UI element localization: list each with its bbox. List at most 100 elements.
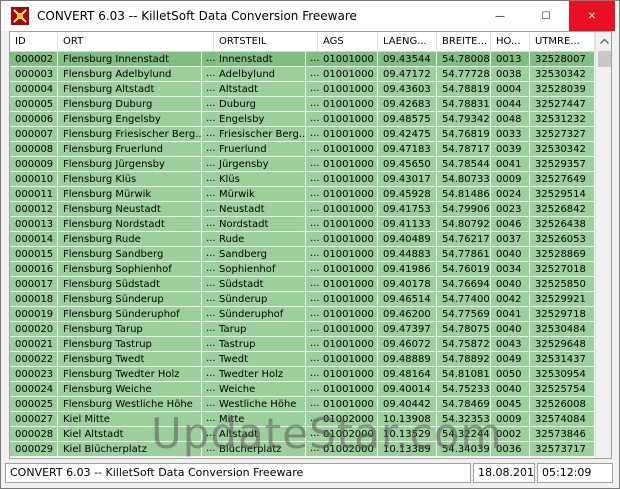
- cell-ags: 01001000: [318, 112, 378, 127]
- cell-breite: 54.78892: [437, 352, 491, 367]
- cell-hoehe: 0040: [491, 322, 530, 337]
- header-col-laenge[interactable]: LAENG...: [378, 32, 437, 52]
- cell-ort: Flensburg Sünderuphof: [58, 307, 202, 322]
- maximize-button[interactable]: ☐: [523, 1, 569, 31]
- cell-hoehe: 0009: [491, 172, 530, 187]
- table-row[interactable]: 000011 Flensburg Mürwik... Mürwik... 010010…: [10, 187, 595, 202]
- header-col-ags[interactable]: AGS: [318, 32, 378, 52]
- cell-utm: 32526438: [530, 217, 595, 232]
- cell-utm: 32528007: [530, 52, 595, 67]
- cell-ags: 01001000: [318, 217, 378, 232]
- cell-ags: 01001000: [318, 337, 378, 352]
- table-row[interactable]: 000013 Flensburg Nordstadt... Nordstadt...…: [10, 217, 595, 232]
- table-row[interactable]: 000020 Flensburg Tarup... Tarup... 01001000…: [10, 322, 595, 337]
- minimize-button[interactable]: —: [477, 1, 523, 31]
- cell-ortsteil: Sandberg: [214, 247, 306, 262]
- cell-hoehe: 0041: [491, 307, 530, 322]
- cell-breite: 54.80792: [437, 217, 491, 232]
- table-row[interactable]: 000009 Flensburg Jürgensby... Jürgensby...…: [10, 157, 595, 172]
- cell-ortsteil: Adelbylund: [214, 67, 306, 82]
- cell-laenge: 09.46072: [378, 337, 437, 352]
- cell-ags: 01001000: [318, 307, 378, 322]
- table-row[interactable]: 000005 Flensburg Duburg... Duburg... 010010…: [10, 97, 595, 112]
- header-col-id[interactable]: ID: [10, 32, 58, 52]
- cell-id: 000021: [10, 337, 58, 352]
- cell-laenge: 09.41986: [378, 262, 437, 277]
- table-row[interactable]: 000006 Flensburg Engelsby... Engelsby... 01…: [10, 112, 595, 127]
- column-header-row: ID ORT ORTSTEIL AGS LAENG... BREITE... HO... UT…: [10, 32, 595, 52]
- cell-laenge: 09.41133: [378, 217, 437, 232]
- cell-ort: Flensburg Tarup: [58, 322, 202, 337]
- cell-ortsteil: Neustadt: [214, 202, 306, 217]
- cell-ortsteil: Friesischer Berg...: [214, 127, 306, 142]
- table-row[interactable]: 000008 Flensburg Fruerlund... Fruerlund...…: [10, 142, 595, 157]
- maximize-icon: ☐: [541, 10, 551, 22]
- minimize-icon: —: [495, 10, 505, 22]
- table-row[interactable]: 000014 Flensburg Rude... Rude... 01001000 09…: [10, 232, 595, 247]
- close-button[interactable]: ✕: [569, 1, 615, 31]
- cell-id: 000008: [10, 142, 58, 157]
- cell-utm: 32527447: [530, 97, 595, 112]
- chevron-up-icon: [600, 38, 609, 44]
- cell-utm: 32531232: [530, 112, 595, 127]
- table-row[interactable]: 000017 Flensburg Südstadt... Südstadt... 01…: [10, 277, 595, 292]
- cell-ags: 01001000: [318, 67, 378, 82]
- status-bar: CONVERT 6.03 -- KilletSoft Data Conversi…: [1, 461, 619, 488]
- cell-ortsteil: Duburg: [214, 97, 306, 112]
- table-row[interactable]: 000004 Flensburg Altstadt... Altstadt... 01…: [10, 82, 595, 97]
- title-bar[interactable]: CONVERT 6.03 -- KilletSoft Data Conversi…: [1, 1, 619, 31]
- cell-ort: Flensburg Mürwik: [58, 187, 202, 202]
- cell-laenge: 09.47397: [378, 322, 437, 337]
- table-row[interactable]: 000016 Flensburg Sophienhof... Sophienhof.…: [10, 262, 595, 277]
- table-row[interactable]: 000015 Flensburg Sandberg... Sandberg... 01…: [10, 247, 595, 262]
- cell-id: 000005: [10, 97, 58, 112]
- cell-ags: 01001000: [318, 352, 378, 367]
- data-grid[interactable]: ID ORT ORTSTEIL AGS LAENG... BREITE... HO... UT…: [9, 31, 612, 459]
- table-row[interactable]: 000003 Flensburg Adelbylund... Adelbylund.…: [10, 67, 595, 82]
- cell-ort: Flensburg Innenstadt: [58, 52, 202, 67]
- cell-ags: 01001000: [318, 292, 378, 307]
- table-row[interactable]: 000002 Flensburg Innenstadt... Innenstadt.…: [10, 52, 595, 67]
- cell-breite: 54.81081: [437, 367, 491, 382]
- cell-id: 000029: [10, 442, 58, 457]
- cell-utm: 32529648: [530, 337, 595, 352]
- cell-id: 000015: [10, 247, 58, 262]
- cell-id: 000003: [10, 67, 58, 82]
- cell-utm: 32529718: [530, 307, 595, 322]
- cell-id: 000014: [10, 232, 58, 247]
- status-date: 18.08.2016: [473, 463, 535, 483]
- cell-ags: 01001000: [318, 202, 378, 217]
- table-row[interactable]: 000018 Flensburg Sünderup... Sünderup... 01…: [10, 292, 595, 307]
- table-row[interactable]: 000012 Flensburg Neustadt... Neustadt... 01…: [10, 202, 595, 217]
- cell-laenge: 09.40014: [378, 382, 437, 397]
- table-row[interactable]: 000007 Flensburg Friesischer Berg...... Fr…: [10, 127, 595, 142]
- table-row[interactable]: 000024 Flensburg Weiche... Weiche... 010010…: [10, 382, 595, 397]
- cell-ortsteil: Altstadt: [214, 82, 306, 97]
- vertical-scrollbar[interactable]: [595, 32, 611, 458]
- header-col-breite[interactable]: BREITE...: [437, 32, 491, 52]
- table-row[interactable]: 000022 Flensburg Twedt... Twedt... 01001000…: [10, 352, 595, 367]
- cell-utm: 32526842: [530, 202, 595, 217]
- cell-hoehe: 0042: [491, 292, 530, 307]
- table-row[interactable]: 000019 Flensburg Sünderuphof... Sünderupho…: [10, 307, 595, 322]
- table-row[interactable]: 000023 Flensburg Twedter Holz... Twedter H…: [10, 367, 595, 382]
- cell-id: 000010: [10, 172, 58, 187]
- header-col-ort[interactable]: ORT: [58, 32, 214, 52]
- table-row[interactable]: 000010 Flensburg Klüs... Klüs... 01001000 09…: [10, 172, 595, 187]
- cell-hoehe: 0034: [491, 262, 530, 277]
- header-col-ortsteil[interactable]: ORTSTEIL: [214, 32, 318, 52]
- scroll-thumb[interactable]: [598, 51, 611, 67]
- cell-ort: Flensburg Klüs: [58, 172, 202, 187]
- cell-id: 000020: [10, 322, 58, 337]
- cell-ortsteil: Fruerlund: [214, 142, 306, 157]
- cell-breite: 54.81486: [437, 187, 491, 202]
- table-row[interactable]: 000021 Flensburg Tastrup... Tastrup... 0100…: [10, 337, 595, 352]
- cell-ort: Flensburg Sophienhof: [58, 262, 202, 277]
- header-col-hoehe[interactable]: HO...: [491, 32, 530, 52]
- scroll-up-button[interactable]: [596, 32, 611, 49]
- header-col-utm[interactable]: UTMRE...: [530, 32, 595, 52]
- cell-id: 000002: [10, 52, 58, 67]
- status-text: CONVERT 6.03 -- KilletSoft Data Conversi…: [5, 463, 471, 483]
- cell-utm: 32530954: [530, 367, 595, 382]
- cell-id: 000006: [10, 112, 58, 127]
